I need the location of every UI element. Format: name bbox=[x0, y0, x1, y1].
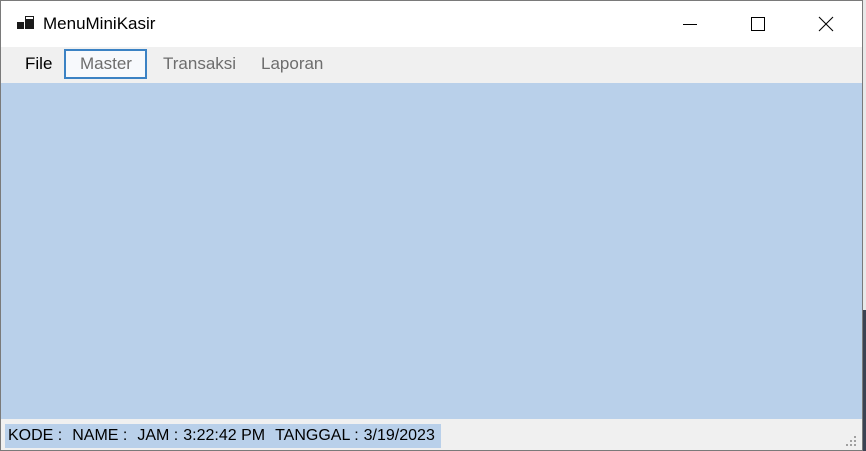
maximize-icon bbox=[751, 17, 765, 31]
status-tanggal-label: TANGGAL : bbox=[275, 427, 359, 444]
status-tanggal-value: 3/19/2023 bbox=[363, 427, 435, 444]
title-bar[interactable]: MenuMiniKasir bbox=[1, 1, 862, 47]
resize-grip-icon[interactable] bbox=[842, 432, 858, 448]
menu-item-transaksi[interactable]: Transaksi bbox=[149, 49, 250, 79]
app-window-icon bbox=[17, 16, 34, 29]
maximize-button[interactable] bbox=[735, 1, 781, 47]
mdi-client-area[interactable] bbox=[1, 83, 862, 419]
menu-item-file[interactable]: File bbox=[11, 49, 66, 79]
menu-bar: File Master Transaksi Laporan bbox=[1, 47, 862, 83]
status-info: KODE : NAME : JAM : 3:22:42 PM TANGGAL :… bbox=[5, 424, 441, 448]
status-kode-label: KODE : bbox=[8, 427, 63, 444]
minimize-button[interactable] bbox=[667, 1, 713, 47]
status-name-label: NAME : bbox=[72, 427, 128, 444]
menu-item-master[interactable]: Master bbox=[64, 49, 147, 79]
status-bar: KODE : NAME : JAM : 3:22:42 PM TANGGAL :… bbox=[1, 419, 862, 450]
close-icon bbox=[818, 16, 834, 32]
main-window: MenuMiniKasir File Master Transaksi Lapo… bbox=[0, 0, 863, 451]
close-button[interactable] bbox=[803, 1, 849, 47]
status-jam-value: 3:22:42 PM bbox=[183, 427, 266, 444]
status-jam-label: JAM : bbox=[137, 427, 179, 444]
menu-item-laporan[interactable]: Laporan bbox=[247, 49, 337, 79]
window-title: MenuMiniKasir bbox=[43, 14, 156, 33]
minimize-icon bbox=[683, 24, 697, 25]
